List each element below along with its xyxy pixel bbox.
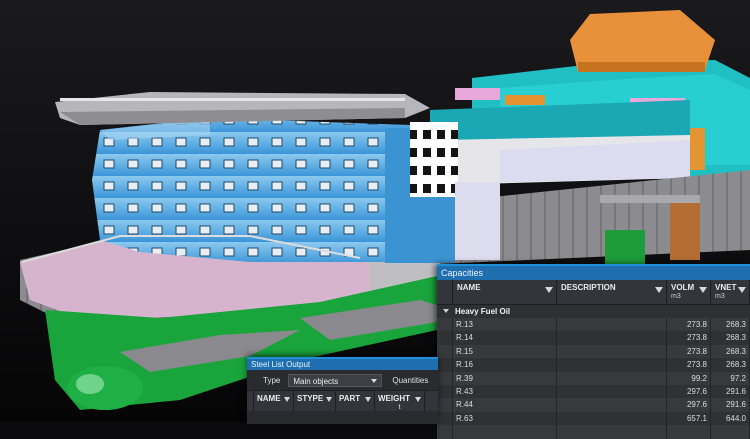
cell-spacer: [437, 358, 453, 372]
cell-name: R.13: [453, 318, 557, 332]
cell-volm: 297.6: [667, 398, 711, 412]
cell-description: [557, 344, 667, 359]
cell-vnet: 291.6: [711, 384, 750, 399]
cell-vnet: 644.0: [711, 411, 750, 426]
cell-spacer: [437, 398, 453, 412]
column-header-stype[interactable]: STYPE: [294, 391, 336, 411]
type-select[interactable]: Main objects: [288, 373, 383, 387]
column-header-part[interactable]: PART: [336, 391, 375, 411]
cell-vnet: 268.3: [711, 331, 750, 345]
capacities-title: Capacities: [437, 266, 750, 280]
capacities-header-row: NAME DESCRIPTION VOLM m3 VNET m3: [437, 280, 750, 305]
cell-volm: [667, 425, 711, 439]
cell-spacer: [437, 371, 453, 385]
column-header-name[interactable]: NAME: [254, 391, 294, 411]
type-row: Type Main objects Quantities: [247, 370, 438, 390]
cell-vnet: [711, 425, 750, 439]
cell-vnet: 291.6: [711, 398, 750, 412]
expand-column-header: [247, 391, 254, 411]
cell-name: R.16: [453, 358, 557, 372]
table-row[interactable]: R.16 273.8 268.3: [437, 358, 750, 372]
cell-spacer: [437, 331, 453, 345]
column-header-description[interactable]: DESCRIPTION: [557, 280, 667, 304]
steel-list-title: Steel List Output: [247, 359, 438, 370]
cell-description: [557, 384, 667, 399]
cell-name: R.15: [453, 344, 557, 359]
cell-volm: 99.2: [667, 371, 711, 385]
filter-icon[interactable]: [284, 397, 290, 402]
column-header-weight[interactable]: WEIGHT t: [375, 391, 425, 411]
table-row[interactable]: R.63 657.1 644.0: [437, 411, 750, 426]
cell-vnet: 268.3: [711, 358, 750, 372]
cell-name: R.14: [453, 331, 557, 345]
cell-name: R.63: [453, 411, 557, 426]
cell-volm: 273.8: [667, 358, 711, 372]
type-label: Type: [263, 375, 281, 385]
cell-spacer: [437, 425, 453, 439]
cell-volm: 273.8: [667, 344, 711, 359]
cell-vnet: 97.2: [711, 371, 750, 385]
capacities-table-body: R.13 273.8 268.3 R.14 273.8 268.3 R.15 273.8 268…: [437, 318, 750, 439]
group-row-heavy-fuel-oil[interactable]: Heavy Fuel Oil: [437, 305, 750, 318]
filter-icon[interactable]: [699, 287, 707, 293]
cell-volm: 273.8: [667, 331, 711, 345]
table-row[interactable]: R.14 273.8 268.3: [437, 331, 750, 345]
filter-icon[interactable]: [326, 397, 332, 402]
cell-name: [453, 425, 557, 439]
cell-description: [557, 371, 667, 385]
cell-spacer: [437, 344, 453, 359]
cell-volm: 657.1: [667, 411, 711, 426]
cell-vnet: 268.3: [711, 344, 750, 359]
filter-icon[interactable]: [415, 397, 421, 402]
chevron-down-icon: [371, 378, 378, 383]
steel-list-panel: Steel List Output Type Main objects Quan…: [247, 357, 438, 424]
cell-description: [557, 398, 667, 412]
quantities-label[interactable]: Quantities: [392, 376, 428, 385]
column-header-volm[interactable]: VOLM m3: [667, 280, 711, 304]
cell-spacer: [437, 384, 453, 399]
cell-name: R.39: [453, 371, 557, 385]
filter-icon[interactable]: [655, 287, 663, 293]
glass-front: [92, 118, 410, 262]
cell-description: [557, 358, 667, 372]
table-row[interactable]: R.39 99.2 97.2: [437, 371, 750, 385]
cell-description: [557, 318, 667, 332]
capacities-panel: Capacities NAME DESCRIPTION VOLM m3 VNET…: [437, 264, 750, 439]
cell-description: [557, 331, 667, 345]
cell-name: R.43: [453, 384, 557, 399]
cell-vnet: 268.3: [711, 318, 750, 332]
cell-name: R.44: [453, 398, 557, 412]
cell-spacer: [437, 411, 453, 426]
cell-volm: 273.8: [667, 318, 711, 332]
cell-description: [557, 425, 667, 439]
table-row[interactable]: R.15 273.8 268.3: [437, 344, 750, 359]
cell-volm: 297.6: [667, 384, 711, 399]
steel-list-header-row: NAME STYPE PART WEIGHT t: [247, 390, 438, 411]
table-row[interactable]: [437, 425, 750, 439]
column-header-name[interactable]: NAME: [453, 280, 557, 304]
filter-icon[interactable]: [738, 287, 746, 293]
column-header-vnet[interactable]: VNET m3: [711, 280, 750, 304]
cell-spacer: [437, 318, 453, 332]
collapse-chevron-icon[interactable]: [443, 309, 449, 313]
filter-icon[interactable]: [365, 397, 371, 402]
filter-icon[interactable]: [545, 287, 553, 293]
table-row[interactable]: R.13 273.8 268.3: [437, 318, 750, 332]
table-row[interactable]: R.44 297.6 291.6: [437, 398, 750, 412]
cell-description: [557, 411, 667, 426]
expand-column-header: [437, 280, 453, 304]
table-row[interactable]: R.43 297.6 291.6: [437, 384, 750, 399]
